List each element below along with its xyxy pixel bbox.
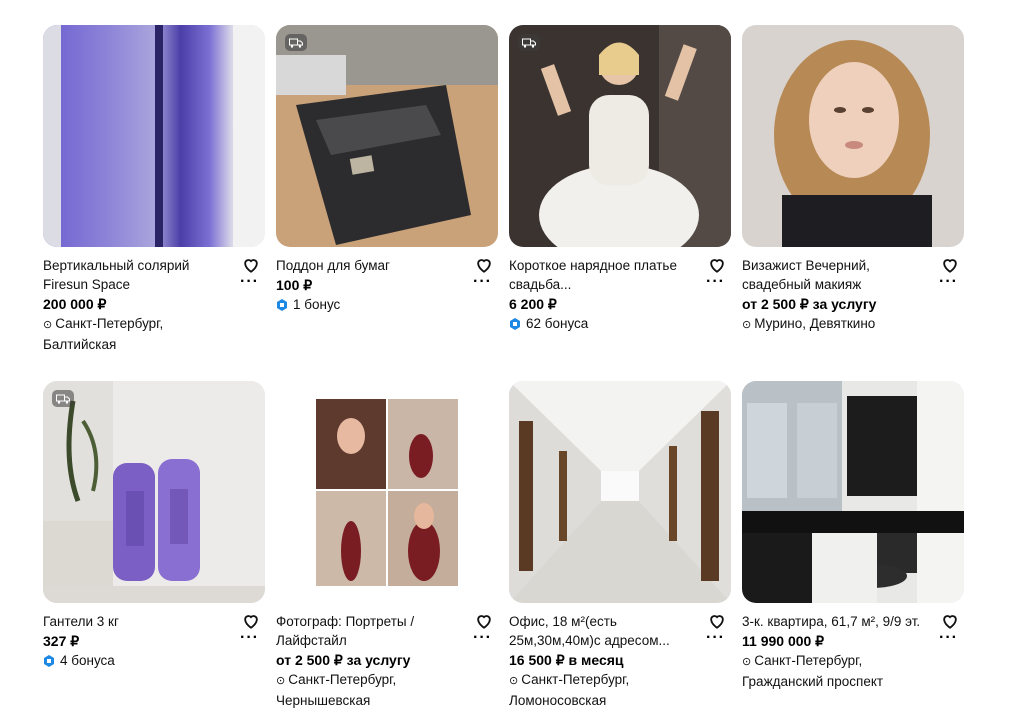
bonus-icon	[277, 298, 287, 311]
listing-title[interactable]: 3-к. квартира, 61,7 м², 9/9 эт.	[742, 612, 936, 631]
delivery-truck-icon	[518, 34, 540, 51]
more-icon[interactable]: ···	[473, 274, 492, 290]
heart-icon[interactable]	[707, 255, 727, 275]
listing-price: 16 500 ₽ в месяц	[509, 652, 624, 668]
heart-icon[interactable]	[940, 255, 960, 275]
listing-price: 100 ₽	[276, 277, 313, 293]
bonus-text: 4 бонуса	[60, 653, 115, 668]
delivery-truck-icon	[285, 34, 307, 51]
listing-card[interactable]: Вертикальный солярий Firesun Space 200 0…	[43, 25, 265, 354]
address-text: Санкт-Петербург, Чернышевская	[276, 672, 397, 708]
bonus-icon	[510, 317, 520, 330]
bonus-icon	[44, 654, 54, 667]
listing-title[interactable]: Фотограф: Портреты / Лайфстайл	[276, 612, 470, 650]
listing-address: ⊙ Санкт-Петербург, Чернышевская	[276, 670, 470, 710]
address-text: Санкт-Петербург, Гражданский проспект	[742, 653, 884, 689]
listing-title[interactable]: Гантели 3 кг	[43, 612, 237, 631]
bonus-text: 62 бонуса	[526, 316, 589, 331]
listing-address: ⊙ Санкт-Петербург, Балтийская	[43, 314, 237, 354]
listing-card[interactable]: Поддон для бумаг 100 ₽ 1 бонус ···	[276, 25, 498, 314]
listing-address: ⊙ Санкт-Петербург, Ломоносовская	[509, 670, 703, 710]
more-icon[interactable]: ···	[240, 630, 259, 646]
listing-title[interactable]: Короткое нарядное платье свадьба...	[509, 256, 703, 294]
listing-photo[interactable]	[509, 25, 731, 247]
bonus-text: 1 бонус	[293, 297, 341, 312]
listing-photo[interactable]	[276, 381, 498, 603]
listing-photo[interactable]	[43, 381, 265, 603]
listing-address: ⊙ Санкт-Петербург, Гражданский проспект	[742, 651, 936, 691]
more-icon[interactable]: ···	[706, 274, 725, 290]
heart-icon[interactable]	[940, 611, 960, 631]
listing-card[interactable]: 3-к. квартира, 61,7 м², 9/9 эт. 11 990 0…	[742, 381, 964, 691]
address-text: Санкт-Петербург, Балтийская	[43, 316, 164, 352]
listing-card[interactable]: Фотограф: Портреты / Лайфстайл от 2 500 …	[276, 381, 498, 710]
address-text: Санкт-Петербург, Ломоносовская	[509, 672, 630, 708]
address-text: Мурино, Девяткино	[754, 316, 876, 331]
listing-card[interactable]: Короткое нарядное платье свадьба... 6 20…	[509, 25, 731, 333]
bonus-badge: 1 бонус	[276, 295, 470, 314]
listing-title[interactable]: Поддон для бумаг	[276, 256, 470, 275]
listing-photo[interactable]	[742, 25, 964, 247]
listing-photo[interactable]	[509, 381, 731, 603]
location-pin-icon: ⊙	[742, 319, 752, 331]
more-icon[interactable]: ···	[939, 630, 958, 646]
listing-title[interactable]: Визажист Вечерний, свадебный макияж	[742, 256, 936, 294]
more-icon[interactable]: ···	[706, 630, 725, 646]
bonus-badge: 4 бонуса	[43, 651, 237, 670]
heart-icon[interactable]	[707, 611, 727, 631]
listing-price: от 2 500 ₽ за услугу	[742, 296, 877, 312]
location-pin-icon: ⊙	[742, 656, 752, 668]
listing-price: 11 990 000 ₽	[742, 633, 825, 649]
more-icon[interactable]: ···	[939, 274, 958, 290]
listing-price: 327 ₽	[43, 633, 80, 649]
listing-title[interactable]: Офис, 18 м²(есть 25м,30м,40м)с адресом..…	[509, 612, 703, 650]
more-icon[interactable]: ···	[473, 630, 492, 646]
more-icon[interactable]: ···	[240, 274, 259, 290]
heart-icon[interactable]	[474, 611, 494, 631]
listing-card[interactable]: Визажист Вечерний, свадебный макияж от 2…	[742, 25, 964, 335]
listing-photo[interactable]	[742, 381, 964, 603]
heart-icon[interactable]	[241, 255, 261, 275]
bonus-badge: 62 бонуса	[509, 314, 703, 333]
listing-price: 6 200 ₽	[509, 296, 557, 312]
listing-card[interactable]: Гантели 3 кг 327 ₽ 4 бонуса ···	[43, 381, 265, 670]
location-pin-icon: ⊙	[276, 675, 286, 687]
location-pin-icon: ⊙	[509, 675, 519, 687]
delivery-truck-icon	[52, 390, 74, 407]
heart-icon[interactable]	[474, 255, 494, 275]
listing-price: 200 000 ₽	[43, 296, 107, 312]
listing-photo[interactable]	[276, 25, 498, 247]
listing-photo[interactable]	[43, 25, 265, 247]
listing-price: от 2 500 ₽ за услугу	[276, 652, 411, 668]
listing-card[interactable]: Офис, 18 м²(есть 25м,30м,40м)с адресом..…	[509, 381, 731, 710]
location-pin-icon: ⊙	[43, 319, 53, 331]
listing-address: ⊙ Мурино, Девяткино	[742, 314, 936, 335]
listing-title[interactable]: Вертикальный солярий Firesun Space	[43, 256, 237, 294]
heart-icon[interactable]	[241, 611, 261, 631]
